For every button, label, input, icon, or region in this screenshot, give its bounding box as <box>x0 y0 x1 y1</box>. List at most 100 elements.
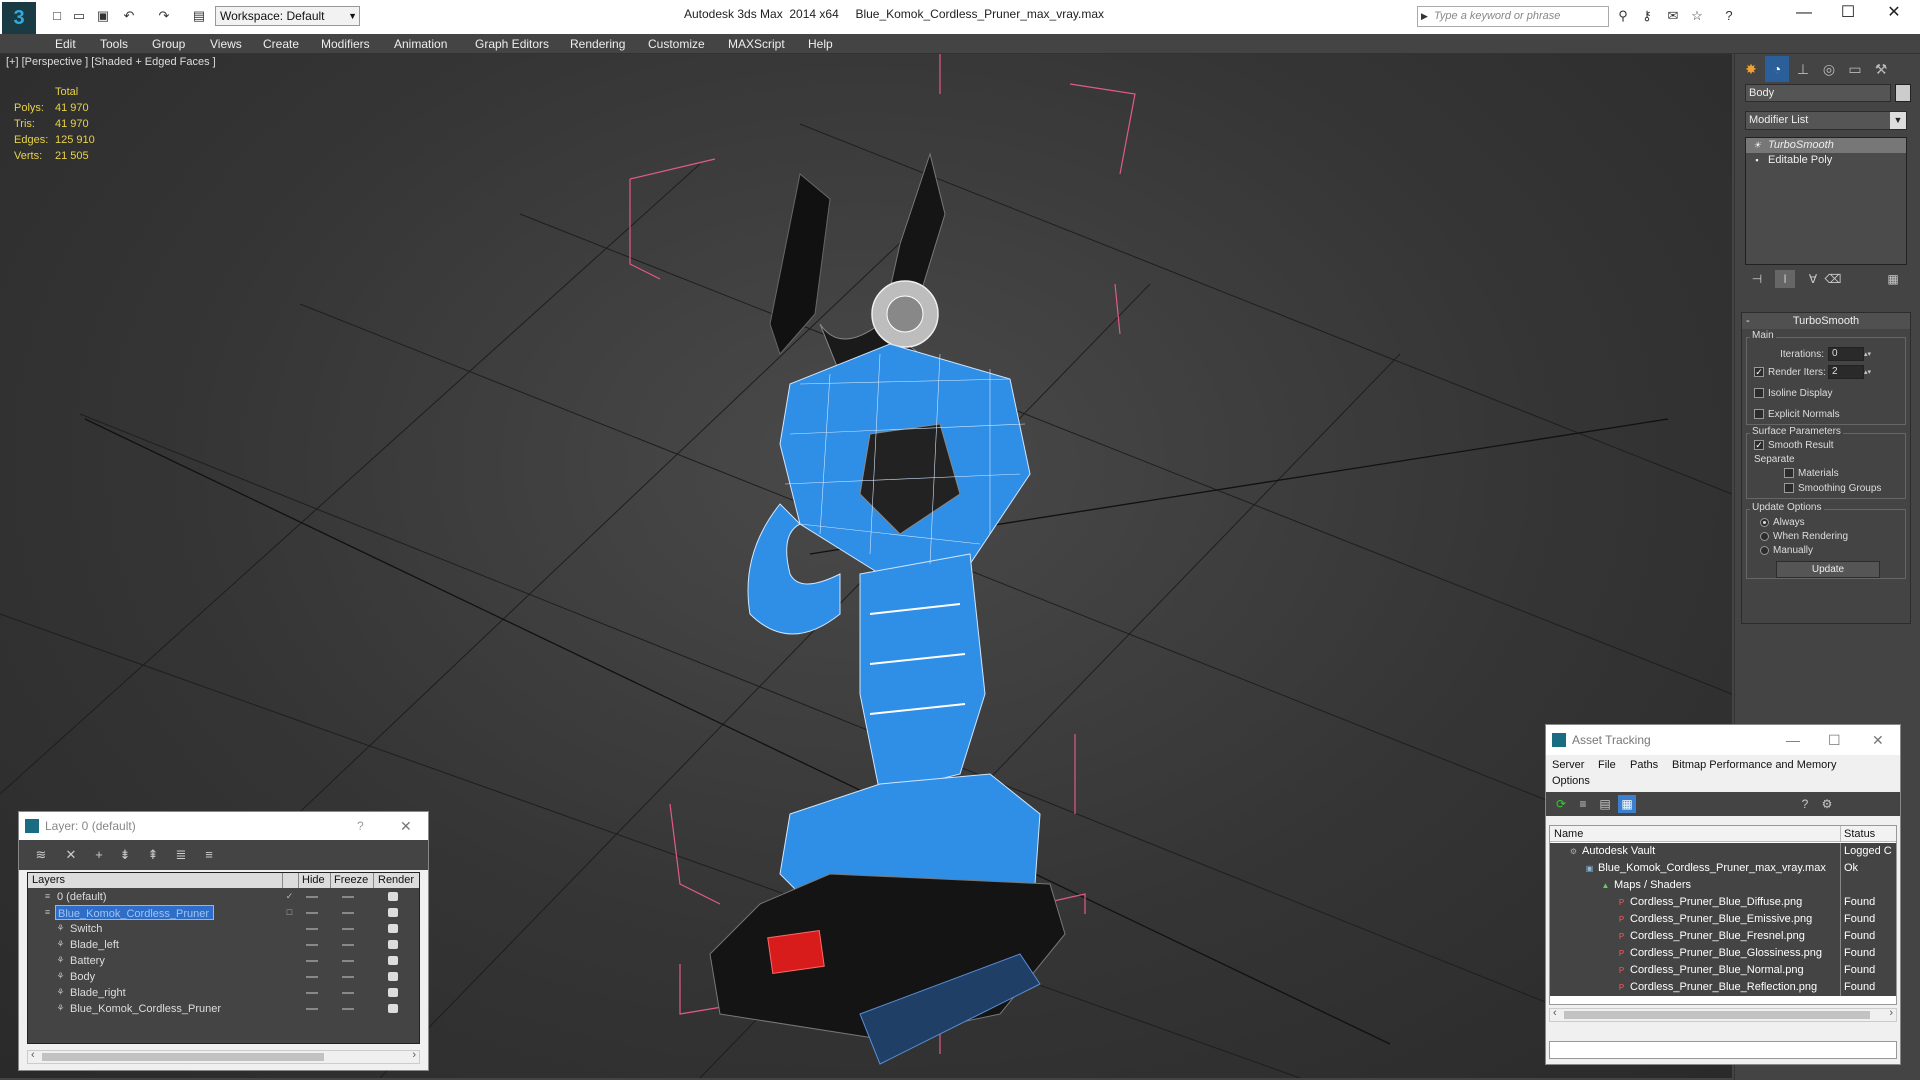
pin-stack-icon[interactable]: ⊣ <box>1747 270 1767 288</box>
hide-toggle[interactable] <box>306 992 318 994</box>
scroll-left-icon[interactable]: ‹ <box>31 1049 35 1061</box>
star-icon[interactable]: ☆ <box>1688 6 1706 26</box>
refresh-icon[interactable]: ⟳ <box>1552 795 1570 813</box>
asset-row[interactable]: P Cordless_Pruner_Blue_Emissive.png Found <box>1550 911 1896 928</box>
show-end-result-icon[interactable]: I <box>1775 270 1795 288</box>
render-teapot-icon[interactable] <box>388 908 398 917</box>
motion-tab-icon[interactable]: ◎ <box>1817 56 1841 82</box>
configure-sets-icon[interactable]: ▦ <box>1883 270 1903 288</box>
column-name[interactable]: Name <box>1554 828 1583 840</box>
menu-help[interactable]: Help <box>808 37 833 51</box>
layer-row[interactable]: ⚘ Blade_right <box>28 985 419 1001</box>
column-status[interactable]: Status <box>1844 828 1875 840</box>
render-iters-spinner[interactable]: 2 <box>1828 365 1864 379</box>
layer-name[interactable]: 0 (default) <box>55 889 111 904</box>
asset-row[interactable]: P Cordless_Pruner_Blue_Diffuse.png Found <box>1550 894 1896 911</box>
scroll-left-icon[interactable]: ‹ <box>1553 1007 1557 1019</box>
layer-name[interactable]: Battery <box>68 953 109 968</box>
freeze-toggle[interactable] <box>342 1008 354 1010</box>
menu-graph-editors[interactable]: Graph Editors <box>475 37 549 51</box>
asset-row[interactable]: P Cordless_Pruner_Blue_Fresnel.png Found <box>1550 928 1896 945</box>
hide-toggle[interactable] <box>306 960 318 962</box>
object-name-field[interactable]: Body <box>1745 84 1891 102</box>
asset-horizontal-scrollbar[interactable]: ‹ › <box>1549 1007 1897 1022</box>
communication-center-icon[interactable]: ✉ <box>1664 6 1682 26</box>
help-icon[interactable]: ? <box>1720 6 1738 26</box>
menu-maxscript[interactable]: MAXScript <box>728 37 785 51</box>
help-icon[interactable]: ? <box>357 812 364 840</box>
freeze-toggle[interactable] <box>342 912 354 914</box>
layer-name[interactable]: Blue_Komok_Cordless_Pruner <box>55 905 215 920</box>
when-rendering-radio[interactable] <box>1760 531 1769 541</box>
freeze-toggle[interactable] <box>342 944 354 946</box>
layer-name[interactable]: Blade_right <box>68 985 130 1000</box>
close-button[interactable]: ✕ <box>1872 725 1884 755</box>
asset-row[interactable]: P Cordless_Pruner_Blue_Reflection.png Foun… <box>1550 979 1896 996</box>
menu-create[interactable]: Create <box>263 37 299 51</box>
binoculars-icon[interactable]: ⚲ <box>1614 6 1632 26</box>
layer-name[interactable]: Switch <box>68 921 106 936</box>
layer-horizontal-scrollbar[interactable]: ‹ › <box>27 1049 420 1064</box>
asset-row[interactable]: ▲ Maps / Shaders <box>1550 877 1896 894</box>
hide-toggle[interactable] <box>306 1008 318 1010</box>
layer-row[interactable]: ⚘ Blade_left <box>28 937 419 953</box>
make-unique-icon[interactable]: ∀ <box>1803 270 1823 288</box>
set-current-layer-icon[interactable]: □ <box>284 907 295 918</box>
hide-toggle[interactable] <box>306 912 318 914</box>
object-color-swatch[interactable] <box>1895 84 1911 102</box>
render-teapot-icon[interactable] <box>388 1004 398 1013</box>
active-layer-check-icon[interactable]: ✓ <box>284 891 295 902</box>
workspace-dropdown[interactable]: Workspace: Default ▼ <box>215 6 360 26</box>
render-teapot-icon[interactable] <box>388 972 398 981</box>
isoline-checkbox[interactable] <box>1754 388 1764 399</box>
asset-menu-paths[interactable]: Paths <box>1630 759 1658 771</box>
remove-modifier-icon[interactable]: ⌫ <box>1823 270 1843 288</box>
column-hide[interactable]: Hide <box>302 874 325 886</box>
layer-row[interactable]: ⚘ Switch <box>28 921 419 937</box>
pruner-model[interactable] <box>709 152 1066 1065</box>
create-layer-icon[interactable]: + <box>89 846 109 864</box>
viewport-label[interactable]: [+] [Perspective ] [Shaded + Edged Faces… <box>6 56 216 68</box>
render-teapot-icon[interactable] <box>388 956 398 965</box>
menu-group[interactable]: Group <box>152 37 185 51</box>
layer-dialog-titlebar[interactable]: Layer: 0 (default) ? ✕ <box>19 812 428 840</box>
scroll-thumb[interactable] <box>1564 1011 1870 1019</box>
close-icon[interactable]: ✕ <box>400 812 412 840</box>
save-icon[interactable]: ▣ <box>94 6 112 26</box>
render-iters-checkbox[interactable]: ✓ <box>1754 367 1764 377</box>
asset-row[interactable]: ⚙ Autodesk Vault Logged C <box>1550 843 1896 860</box>
column-layers[interactable]: Layers <box>32 874 65 886</box>
key-icon[interactable]: ⚷ <box>1638 6 1656 26</box>
menu-rendering[interactable]: Rendering <box>570 37 625 51</box>
undo-icon[interactable]: ↶ <box>120 6 138 26</box>
hide-toggle[interactable] <box>306 928 318 930</box>
close-button[interactable]: ✕ <box>1872 0 1916 30</box>
freeze-toggle[interactable] <box>342 976 354 978</box>
maximize-button[interactable]: ☐ <box>1828 725 1841 755</box>
render-teapot-icon[interactable] <box>388 924 398 933</box>
spinner-arrows-icon[interactable]: ▴▾ <box>1864 368 1873 376</box>
always-radio[interactable] <box>1760 517 1769 527</box>
stack-item-editable-poly[interactable]: ▪ Editable Poly <box>1746 153 1906 168</box>
asset-path-field[interactable] <box>1549 1041 1897 1059</box>
select-objects-icon[interactable]: ⇞ <box>143 846 163 864</box>
asset-row[interactable]: ▣ Blue_Komok_Cordless_Pruner_max_vray.max… <box>1550 860 1896 877</box>
iterations-spinner[interactable]: 0 <box>1828 347 1864 361</box>
manually-radio[interactable] <box>1760 545 1769 555</box>
minimize-button[interactable]: — <box>1786 725 1800 755</box>
freeze-toggle[interactable] <box>342 960 354 962</box>
layer-name[interactable]: Blue_Komok_Cordless_Pruner <box>68 1001 225 1016</box>
detail-view-icon[interactable]: ▤ <box>1596 795 1614 813</box>
menu-animation[interactable]: Animation <box>394 37 447 51</box>
display-tab-icon[interactable]: ▭ <box>1843 56 1867 82</box>
asset-menu-file[interactable]: File <box>1598 759 1616 771</box>
create-tab-icon[interactable]: ✸ <box>1739 56 1763 82</box>
settings-icon[interactable]: ⚙ <box>1818 795 1836 813</box>
hide-toggle[interactable] <box>306 896 318 898</box>
rollout-title[interactable]: - TurboSmooth <box>1742 313 1910 329</box>
scroll-right-icon[interactable]: › <box>412 1049 416 1061</box>
hide-toggle[interactable] <box>306 944 318 946</box>
menu-customize[interactable]: Customize <box>648 37 705 51</box>
menu-modifiers[interactable]: Modifiers <box>321 37 370 51</box>
lightbulb-icon[interactable]: ☀ <box>1752 140 1762 150</box>
